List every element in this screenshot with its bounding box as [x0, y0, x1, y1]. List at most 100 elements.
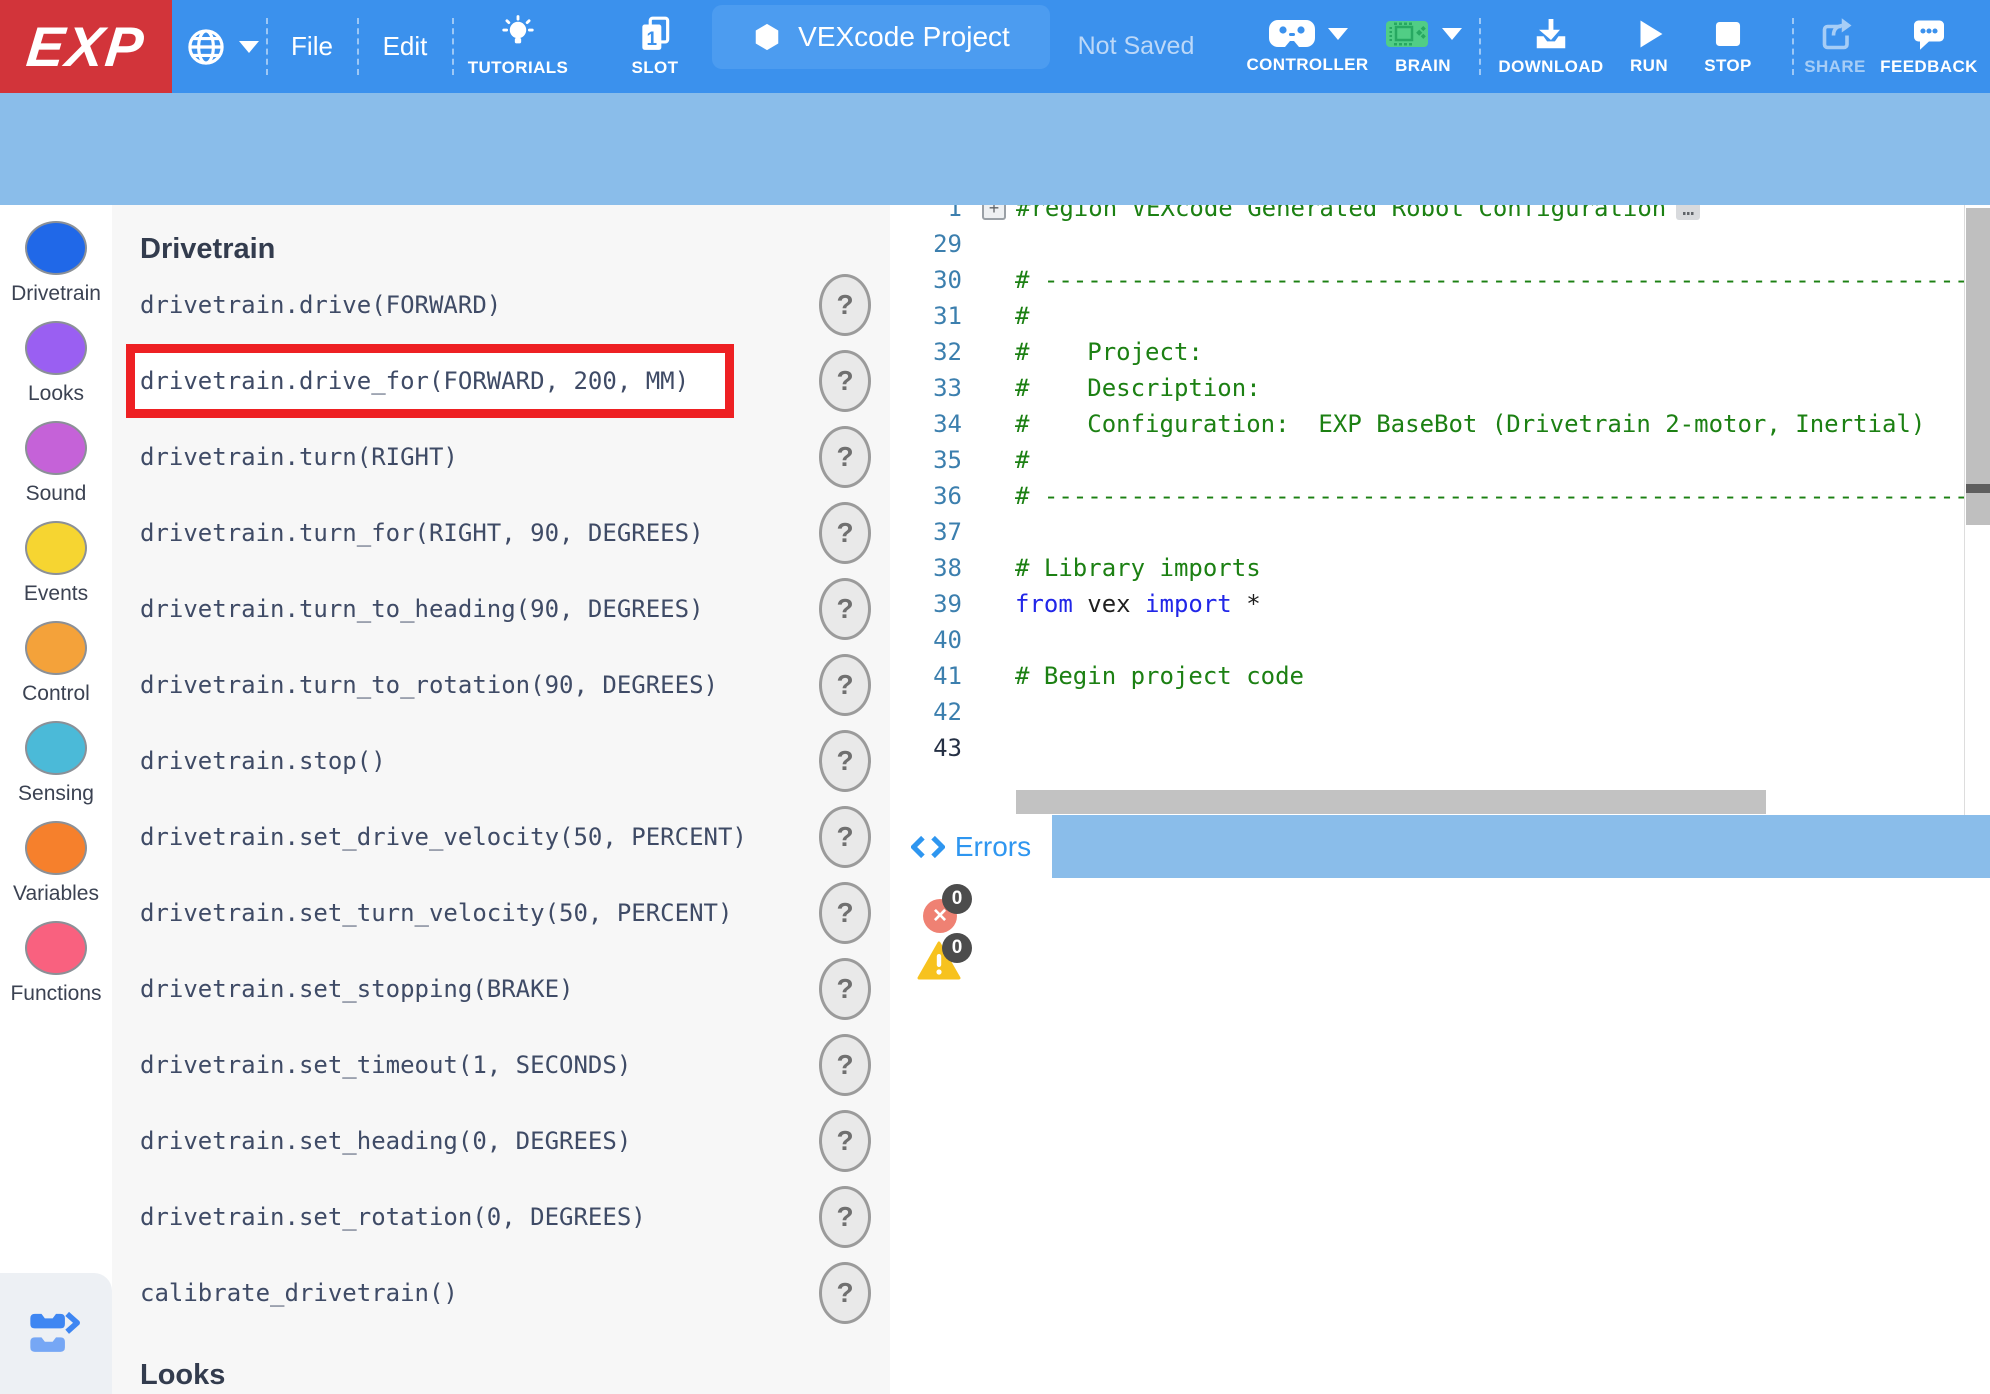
download-button[interactable]: DOWNLOAD	[1492, 0, 1610, 93]
command-help-button[interactable]: ?	[819, 274, 871, 336]
edit-menu[interactable]: Edit	[359, 0, 451, 93]
command-help-button[interactable]: ?	[819, 1034, 871, 1096]
command-help-button[interactable]: ?	[819, 578, 871, 640]
save-status-text: Not Saved	[1078, 32, 1195, 61]
run-button[interactable]: RUN	[1618, 0, 1680, 93]
errors-panel: × 0 0	[890, 878, 1990, 1394]
collapsed-region-ellipsis[interactable]: …	[1676, 205, 1700, 220]
blocks-icon	[27, 1308, 85, 1360]
category-circle[interactable]	[25, 621, 87, 675]
category-circle[interactable]	[25, 821, 87, 875]
slot-button[interactable]: 1 SLOT	[600, 0, 710, 93]
command-text[interactable]: drivetrain.drive_for(FORWARD, 200, MM)	[140, 367, 689, 395]
error-count-badge: 0	[942, 884, 972, 914]
blocks-toggle-button[interactable]	[0, 1273, 112, 1394]
command-help-button[interactable]: ?	[819, 958, 871, 1020]
code-line[interactable]: 29	[890, 226, 1990, 262]
command-text[interactable]: drivetrain.set_drive_velocity(50, PERCEN…	[140, 823, 747, 851]
tutorials-label: TUTORIALS	[468, 58, 569, 78]
category-circle[interactable]	[25, 521, 87, 575]
category-item-events[interactable]: Events	[0, 521, 112, 606]
command-help-button[interactable]: ?	[819, 1262, 871, 1324]
code-token-keyword: from	[1015, 590, 1073, 618]
brain-button[interactable]: BRAIN	[1372, 0, 1474, 93]
code-line[interactable]: 41 # Begin project code	[890, 658, 1990, 694]
code-line[interactable]: 43	[890, 730, 1990, 766]
command-row: drivetrain.set_heading(0, DEGREES)?	[112, 1103, 890, 1179]
code-line[interactable]: 34# Configuration: EXP BaseBot (Drivetra…	[890, 406, 1990, 442]
project-name-button[interactable]: VEXcode Project	[712, 5, 1050, 69]
code-token-comment: # --------------------------------------…	[1015, 266, 1990, 294]
errors-tab[interactable]: Errors	[890, 815, 1052, 878]
command-row: drivetrain.set_drive_velocity(50, PERCEN…	[112, 799, 890, 875]
code-line[interactable]: 30# ------------------------------------…	[890, 262, 1990, 298]
code-line[interactable]: 36# ------------------------------------…	[890, 478, 1990, 514]
fold-toggle[interactable]: +	[982, 205, 1006, 220]
command-text[interactable]: drivetrain.turn_to_heading(90, DEGREES)	[140, 595, 704, 623]
code-token-comment: # Begin project code	[1015, 662, 1304, 690]
editor-vscrollbar[interactable]	[1964, 205, 1990, 815]
command-help-button[interactable]: ?	[819, 350, 871, 412]
category-item-sensing[interactable]: Sensing	[0, 721, 112, 806]
command-help-button[interactable]: ?	[819, 806, 871, 868]
command-text[interactable]: drivetrain.set_stopping(BRAKE)	[140, 975, 573, 1003]
line-number: 1	[890, 205, 962, 226]
command-text[interactable]: drivetrain.drive(FORWARD)	[140, 291, 501, 319]
stop-button[interactable]: STOP	[1688, 0, 1768, 93]
code-line[interactable]: 31#	[890, 298, 1990, 334]
command-text[interactable]: drivetrain.turn_to_rotation(90, DEGREES)	[140, 671, 718, 699]
category-circle[interactable]	[25, 221, 87, 275]
command-help-button[interactable]: ?	[819, 1186, 871, 1248]
category-circle[interactable]	[25, 321, 87, 375]
category-circle[interactable]	[25, 421, 87, 475]
code-line[interactable]: 38# Library imports	[890, 550, 1990, 586]
code-line[interactable]: 40	[890, 622, 1990, 658]
code-line[interactable]: 35#	[890, 442, 1990, 478]
controller-button[interactable]: CONTROLLER	[1240, 0, 1375, 93]
command-help-button[interactable]: ?	[819, 730, 871, 792]
tutorials-button[interactable]: TUTORIALS	[454, 0, 582, 93]
command-text[interactable]: drivetrain.turn(RIGHT)	[140, 443, 458, 471]
share-button[interactable]: SHARE	[1798, 0, 1872, 93]
category-circle[interactable]	[25, 921, 87, 975]
command-text[interactable]: calibrate_drivetrain()	[140, 1279, 458, 1307]
command-text[interactable]: drivetrain.set_heading(0, DEGREES)	[140, 1127, 631, 1155]
command-text[interactable]: drivetrain.stop()	[140, 747, 386, 775]
language-menu[interactable]	[178, 0, 266, 93]
feedback-button[interactable]: FEEDBACK	[1872, 0, 1986, 93]
category-circle[interactable]	[25, 721, 87, 775]
command-help-button[interactable]: ?	[819, 426, 871, 488]
command-text[interactable]: drivetrain.set_turn_velocity(50, PERCENT…	[140, 899, 732, 927]
command-row: drivetrain.turn(RIGHT)?	[112, 419, 890, 495]
command-text[interactable]: drivetrain.set_timeout(1, SECONDS)	[140, 1051, 631, 1079]
category-item-drivetrain[interactable]: Drivetrain	[0, 221, 112, 306]
play-icon	[1632, 17, 1666, 51]
hscrollbar-thumb[interactable]	[1016, 790, 1766, 814]
code-line[interactable]: 37	[890, 514, 1990, 550]
command-help-button[interactable]: ?	[819, 502, 871, 564]
command-help-button[interactable]: ?	[819, 654, 871, 716]
code-editor[interactable]: 1+#region VEXcode Generated Robot Config…	[890, 205, 1990, 815]
category-item-looks[interactable]: Looks	[0, 321, 112, 406]
code-line[interactable]: 33# Description:	[890, 370, 1990, 406]
topbar-divider	[1479, 18, 1481, 75]
vscrollbar-thumb[interactable]	[1966, 208, 1990, 525]
stop-icon	[1711, 17, 1745, 51]
code-line[interactable]: 1+#region VEXcode Generated Robot Config…	[890, 205, 1990, 226]
line-number: 41	[890, 658, 962, 694]
editor-hscrollbar[interactable]	[890, 790, 1964, 815]
command-help-button[interactable]: ?	[819, 1110, 871, 1172]
toolbox: Drivetrain drivetrain.drive(FORWARD)?dri…	[112, 205, 890, 1394]
code-line[interactable]: 39from vex import *	[890, 586, 1990, 622]
command-text[interactable]: drivetrain.turn_for(RIGHT, 90, DEGREES)	[140, 519, 704, 547]
code-line[interactable]: 32# Project:	[890, 334, 1990, 370]
category-item-functions[interactable]: Functions	[0, 921, 112, 1006]
code-line[interactable]: 42	[890, 694, 1990, 730]
category-item-sound[interactable]: Sound	[0, 421, 112, 506]
command-help-button[interactable]: ?	[819, 882, 871, 944]
subbar: Code	[0, 93, 1990, 205]
file-menu[interactable]: File	[268, 0, 356, 93]
category-item-control[interactable]: Control	[0, 621, 112, 706]
category-item-variables[interactable]: Variables	[0, 821, 112, 906]
command-text[interactable]: drivetrain.set_rotation(0, DEGREES)	[140, 1203, 646, 1231]
